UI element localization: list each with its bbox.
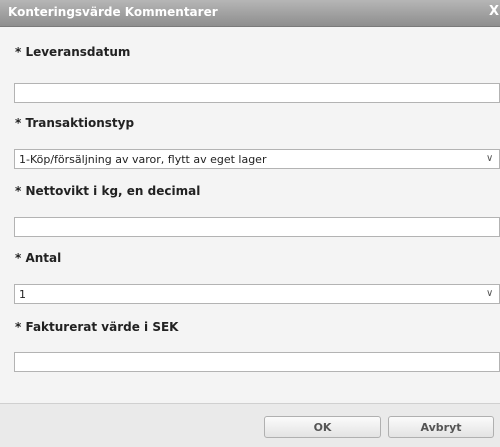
fakturerat-varde-input[interactable] — [14, 352, 500, 372]
transaktionstyp-value: 1-Köp/försäljning av varor, flytt av ege… — [19, 153, 267, 166]
dialog-footer: OK Avbryt — [0, 403, 500, 447]
chevron-down-icon[interactable]: ∨ — [486, 153, 493, 164]
nettovikt-input[interactable] — [14, 217, 500, 237]
nettovikt-label: * Nettovikt i kg, en decimal — [15, 184, 201, 198]
leveransdatum-label: * Leveransdatum — [15, 45, 131, 59]
leveransdatum-input[interactable] — [14, 83, 500, 103]
close-icon[interactable]: X — [489, 4, 499, 19]
chevron-down-icon[interactable]: ∨ — [486, 288, 493, 299]
antal-value: 1 — [19, 288, 26, 301]
fakturerat-varde-label: * Fakturerat värde i SEK — [15, 320, 179, 334]
antal-label: * Antal — [15, 251, 62, 265]
dialog: Konteringsvärde Kommentarer X * Leverans… — [0, 0, 500, 447]
transaktionstyp-label: * Transaktionstyp — [15, 116, 135, 130]
cancel-button[interactable]: Avbryt — [388, 416, 494, 438]
transaktionstyp-select[interactable]: 1-Köp/försäljning av varor, flytt av ege… — [14, 149, 500, 169]
dialog-title: Konteringsvärde Kommentarer — [8, 5, 218, 19]
ok-button[interactable]: OK — [264, 416, 381, 438]
antal-select[interactable]: 1 ∨ — [14, 284, 500, 304]
dialog-titlebar: Konteringsvärde Kommentarer X — [0, 0, 500, 27]
